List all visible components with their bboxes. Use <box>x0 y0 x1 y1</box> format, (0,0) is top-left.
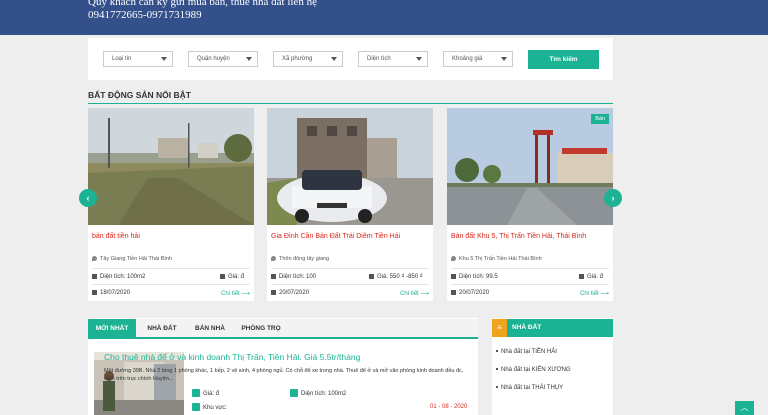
sidebar-title: NHÀ ĐẤT <box>512 324 542 331</box>
sidebar-header: ≡ NHÀ ĐẤT <box>492 319 613 337</box>
property-photo[interactable] <box>267 108 433 225</box>
area-icon <box>271 274 276 279</box>
post-region: Khu vực: <box>192 403 227 411</box>
carousel-prev-arrow-icon[interactable]: ‹ <box>79 189 97 207</box>
card-price: Giá: đ <box>579 274 603 280</box>
divider <box>92 268 250 269</box>
divider <box>451 268 609 269</box>
tab-phong-tro[interactable]: PHÒNG TRỌ <box>236 319 286 339</box>
section-divider <box>88 103 613 104</box>
search-button[interactable]: Tìm kiếm <box>528 50 599 69</box>
search-panel: Loại tin Quận huyện Xã phường Diện tích … <box>88 38 613 80</box>
divider <box>451 284 609 285</box>
district-select[interactable]: Quận huyện <box>188 51 258 67</box>
card-address: Khu 5 Thị Trấn Tiền Hải Thái Bình <box>451 256 542 262</box>
card-area: Diện tích: 100m2 <box>92 274 145 280</box>
calendar-icon <box>451 290 456 295</box>
bullet-icon <box>496 350 498 352</box>
card-title[interactable]: Bán đất Khu 5, Thị Trấn Tiền Hải, Thái B… <box>451 232 611 241</box>
post-area: Diện tích: 100m2 <box>290 389 346 397</box>
divider <box>92 284 250 285</box>
bullet-icon <box>496 386 498 388</box>
map-pin-icon <box>92 256 97 261</box>
divider <box>271 268 429 269</box>
bullet-icon <box>496 368 498 370</box>
post-title[interactable]: Cho thuê nhà để ở và kinh doanh Thị Trấn… <box>104 352 360 362</box>
tab-bar: MỚI NHẤT NHÀ ĐẤT BÁN NHÀ PHÒNG TRỌ <box>88 319 478 339</box>
card-detail-link[interactable]: Chi tiết ⟶ <box>221 290 250 297</box>
scroll-to-top-icon[interactable]: ︿ <box>735 401 754 415</box>
header-contact-text: Quý khách cần ký gửi mua bán, thuê nhà đ… <box>88 0 317 8</box>
card-date: 18/07/2020 <box>92 290 130 296</box>
sidebar-item-kien-xuong[interactable]: Nhà đất tại KIẾN XƯƠNG <box>492 367 613 373</box>
map-pin-icon <box>192 403 200 411</box>
chevron-down-icon <box>331 57 337 61</box>
featured-card-1[interactable]: bán đất tiền hải Tây Giang Tiền Hải Thái… <box>88 108 254 301</box>
card-detail-link[interactable]: Chi tiết ⟶ <box>400 290 429 297</box>
tab-ban-nha[interactable]: BÁN NHÀ <box>188 319 232 339</box>
tab-nha-dat[interactable]: NHÀ ĐẤT <box>140 319 184 339</box>
listing-type-select[interactable]: Loại tin <box>103 51 173 67</box>
sidebar-item-thai-thuy[interactable]: Nhà đất tại THÁI THỤY <box>492 385 613 391</box>
card-date: 20/07/2020 <box>451 290 489 296</box>
card-title[interactable]: Gia Đình Cần Bán Đất Trái Diêm Tiền Hải <box>271 232 431 241</box>
sidebar-panel: ≡ NHÀ ĐẤT Nhà đất tại TIỀN HẢI Nhà đất t… <box>492 318 613 415</box>
card-area: Diện tích: 99.5 <box>451 274 498 280</box>
post-description: Mặt đường 39B. Nhà 2 tầng 1 phòng khác, … <box>104 368 464 382</box>
tab-newest[interactable]: MỚI NHẤT <box>88 319 136 339</box>
area-icon <box>451 274 456 279</box>
map-pin-icon <box>271 256 276 261</box>
card-address: Thôn đông tây giang <box>271 256 329 262</box>
card-price: Giá: 550 ₫ -850 ₫ <box>369 274 423 280</box>
ward-select[interactable]: Xã phường <box>273 51 343 67</box>
area-icon <box>290 389 298 397</box>
chevron-down-icon <box>501 57 507 61</box>
card-area: Diện tích: 100 <box>271 274 316 280</box>
menu-icon: ≡ <box>492 319 507 337</box>
price-tag-icon <box>579 274 584 279</box>
area-select[interactable]: Diện tích <box>358 51 428 67</box>
price-tag-icon <box>369 274 374 279</box>
property-photo[interactable] <box>447 108 613 225</box>
featured-card-2[interactable]: Gia Đình Cần Bán Đất Trái Diêm Tiền Hải … <box>267 108 433 301</box>
price-range-select[interactable]: Khoảng giá <box>443 51 513 67</box>
map-pin-icon <box>451 256 456 261</box>
header-phone-text: 0941772665-0971731989 <box>88 9 202 21</box>
card-price: Giá: đ <box>220 274 244 280</box>
divider <box>271 284 429 285</box>
chevron-down-icon <box>416 57 422 61</box>
chevron-down-icon <box>246 57 252 61</box>
post-date: 01 - 08 - 2020 <box>430 404 468 410</box>
header-bar: Quý khách cần ký gửi mua bán, thuê nhà đ… <box>0 0 768 35</box>
chevron-down-icon <box>161 57 167 61</box>
card-date: 20/07/2020 <box>271 290 309 296</box>
card-title[interactable]: bán đất tiền hải <box>92 232 252 241</box>
post-price: Giá: đ <box>192 389 219 397</box>
featured-card-3[interactable]: Bán Bán đất Khu 5, Thị Trấn Tiền Hải, Th… <box>447 108 613 301</box>
card-detail-link[interactable]: Chi tiết ⟶ <box>580 290 609 297</box>
sale-badge: Bán <box>591 114 609 124</box>
price-tag-icon <box>220 274 225 279</box>
calendar-icon <box>271 290 276 295</box>
calendar-icon <box>92 290 97 295</box>
featured-section-title: BẤT ĐỘNG SẢN NỔI BẬT <box>88 90 191 100</box>
card-address: Tây Giang Tiền Hải Thái Bình <box>92 256 172 262</box>
property-photo[interactable] <box>88 108 254 225</box>
area-icon <box>92 274 97 279</box>
price-tag-icon <box>192 389 200 397</box>
sidebar-item-tien-hai[interactable]: Nhà đất tại TIỀN HẢI <box>492 349 613 355</box>
carousel-next-arrow-icon[interactable]: › <box>604 189 622 207</box>
